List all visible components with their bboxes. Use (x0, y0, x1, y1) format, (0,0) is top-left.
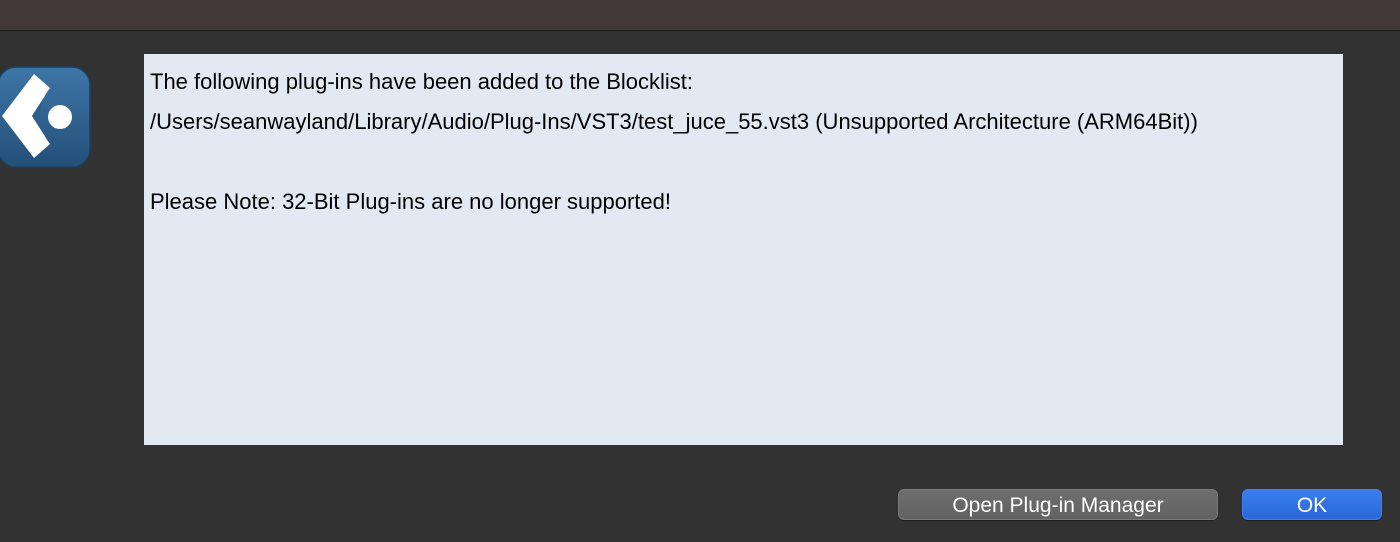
window-titlebar (0, 0, 1400, 31)
ok-button[interactable]: OK (1242, 489, 1382, 520)
message-line-32bit-note: Please Note: 32-Bit Plug-ins are no long… (150, 189, 671, 214)
message-line-blocklist-intro: The following plug-ins have been added t… (150, 69, 694, 94)
message-line-blank (150, 142, 1337, 182)
open-plugin-manager-button[interactable]: Open Plug-in Manager (898, 489, 1218, 520)
cubase-app-icon (0, 66, 91, 168)
message-box: The following plug-ins have been added t… (144, 54, 1343, 445)
message-line-plugin-path: /Users/seanwayland/Library/Audio/Plug-In… (150, 109, 1198, 134)
